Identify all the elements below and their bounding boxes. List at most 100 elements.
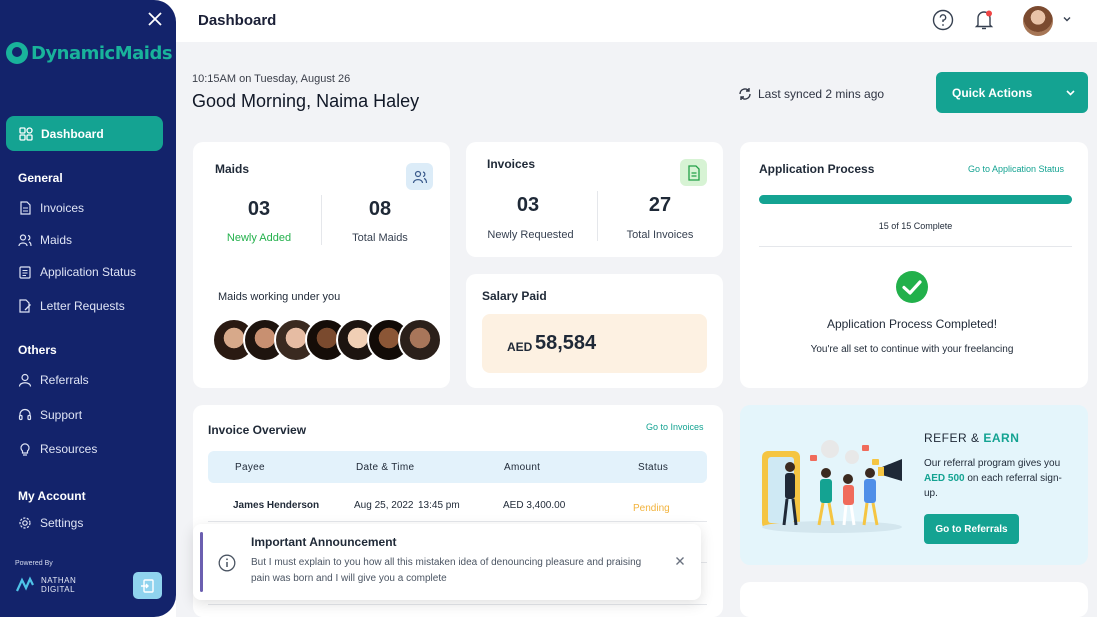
powered-by-label: Powered By [15, 560, 53, 567]
announcement-message: But I must explain to you how all this m… [251, 557, 642, 584]
sync-label: Last synced 2 mins ago [758, 87, 885, 101]
nathan-digital-logo: NATHAN DIGITAL [15, 576, 76, 594]
column-payee[interactable]: Payee [235, 462, 265, 473]
go-to-invoices-link[interactable]: Go to Invoices [646, 422, 704, 432]
divider [759, 246, 1072, 247]
quick-actions-button[interactable]: Quick Actions [936, 72, 1088, 113]
refer-description: Our referral program gives you AED 500 o… [924, 456, 1074, 501]
sidebar-item-label: Dashboard [41, 126, 104, 141]
bottom-right-card [740, 582, 1088, 617]
greeting-time: 10:15AM on Tuesday, August 26 [192, 73, 351, 85]
section-my-account: My Account [18, 489, 86, 503]
refer-title-a: REFER & [924, 431, 980, 445]
gear-icon [19, 517, 31, 529]
chevron-down-icon [1066, 90, 1075, 96]
quick-actions-label: Quick Actions [952, 85, 1033, 100]
exit-icon [140, 578, 154, 593]
refer-earn-card: REFER & EARN Our referral program gives … [740, 405, 1088, 565]
newly-added-value: 03 [247, 198, 271, 220]
nathan-digital-icon [15, 576, 34, 592]
maids-working-label: Maids working under you [218, 291, 341, 303]
maid-avatars [212, 318, 442, 362]
sidebar-item-maids[interactable]: Maids [18, 233, 72, 247]
application-complete-subtitle: You're all set to continue with your fre… [810, 344, 1014, 355]
sidebar-item-label: Resources [40, 442, 98, 456]
document-icon [687, 164, 700, 181]
row-divider [208, 604, 707, 605]
salary-currency: AED [507, 340, 533, 354]
sidebar-item-letter-requests[interactable]: Letter Requests [18, 299, 125, 313]
progress-label: 15 of 15 Complete [878, 221, 953, 231]
lightbulb-icon [20, 443, 30, 456]
maids-card-title: Maids [215, 162, 250, 176]
go-to-application-status-link[interactable]: Go to Application Status [968, 164, 1064, 174]
sidebar-item-label: Invoices [40, 201, 85, 215]
sidebar-item-settings[interactable]: Settings [18, 516, 83, 530]
toast-accent-bar [200, 532, 203, 592]
total-maids-value: 08 [368, 198, 392, 220]
salary-card-title: Salary Paid [482, 289, 547, 303]
row-divider [208, 521, 707, 522]
sidebar-item-dashboard[interactable]: Dashboard [6, 116, 163, 151]
help-icon[interactable] [932, 9, 954, 31]
users-icon [18, 234, 32, 247]
column-date-time[interactable]: Date & Time [356, 462, 414, 473]
dashboard-icon [19, 126, 33, 141]
salary-amount-box: AED 58,584 [482, 314, 707, 373]
row-payee: James Henderson [233, 500, 320, 511]
announcement-toast: Important Announcement But I must explai… [193, 524, 701, 600]
salary-amount: 58,584 [535, 332, 597, 354]
sidebar-item-invoices[interactable]: Invoices [18, 201, 84, 215]
sidebar-item-support[interactable]: Support [18, 408, 82, 422]
logo-text: DynamicMaids [31, 42, 173, 64]
sidebar-item-label: Application Status [40, 265, 137, 279]
sidebar-item-referrals[interactable]: Referrals [18, 373, 89, 387]
brand-line-2: DIGITAL [41, 585, 76, 594]
sidebar-item-label: Referrals [40, 373, 89, 387]
sidebar-item-resources[interactable]: Resources [18, 442, 97, 456]
page-title: Dashboard [198, 12, 277, 29]
newly-requested-value: 03 [516, 194, 540, 216]
sidebar-item-label: Letter Requests [40, 299, 125, 313]
maid-avatar[interactable] [398, 318, 442, 362]
close-icon[interactable] [675, 556, 685, 566]
info-icon [218, 554, 236, 572]
top-bar: Dashboard [176, 0, 1097, 42]
letter-edit-icon [19, 299, 31, 313]
sidebar: DynamicMaids Dashboard General Invoices … [0, 0, 176, 617]
application-card-title: Application Process [759, 162, 875, 176]
divider [597, 191, 598, 241]
sidebar-item-label: Settings [40, 516, 84, 530]
chevron-down-icon[interactable] [1062, 14, 1072, 24]
bell-icon[interactable] [974, 9, 994, 31]
sidebar-item-label: Support [40, 408, 83, 422]
section-others: Others [18, 343, 57, 357]
clipboard-icon [19, 266, 31, 279]
refer-title-b: EARN [983, 431, 1020, 445]
logout-button[interactable] [133, 572, 162, 599]
sidebar-item-label: Maids [40, 233, 73, 247]
sync-status[interactable]: Last synced 2 mins ago [738, 87, 884, 101]
invoice-table-header: Payee Date & Time Amount Status [208, 451, 707, 483]
column-amount[interactable]: Amount [504, 462, 540, 473]
total-maids-label: Total Maids [352, 232, 408, 244]
row-amount: AED 3,400.00 [503, 500, 566, 511]
greeting-text: Good Morning, Naima Haley [192, 91, 420, 111]
refer-desc-amount: AED 500 [924, 473, 965, 484]
sidebar-item-application-status[interactable]: Application Status [18, 265, 136, 279]
row-time: 13:45 pm [418, 500, 460, 511]
announcement-title: Important Announcement [251, 535, 397, 549]
brand-line-1: NATHAN [41, 576, 77, 585]
refer-title: REFER & EARN [924, 431, 1019, 445]
user-avatar[interactable] [1023, 6, 1053, 36]
headset-icon [18, 408, 32, 421]
close-icon[interactable] [146, 10, 164, 28]
logo[interactable]: DynamicMaids [6, 42, 173, 64]
go-to-referrals-button[interactable]: Go to Referrals [924, 514, 1019, 544]
referral-illustration [762, 440, 902, 533]
column-status[interactable]: Status [638, 462, 668, 473]
application-progress-bar [759, 195, 1072, 204]
invoices-card-title: Invoices [487, 157, 536, 171]
check-circle-icon [896, 271, 928, 303]
row-date: Aug 25, 2022 [354, 500, 414, 511]
